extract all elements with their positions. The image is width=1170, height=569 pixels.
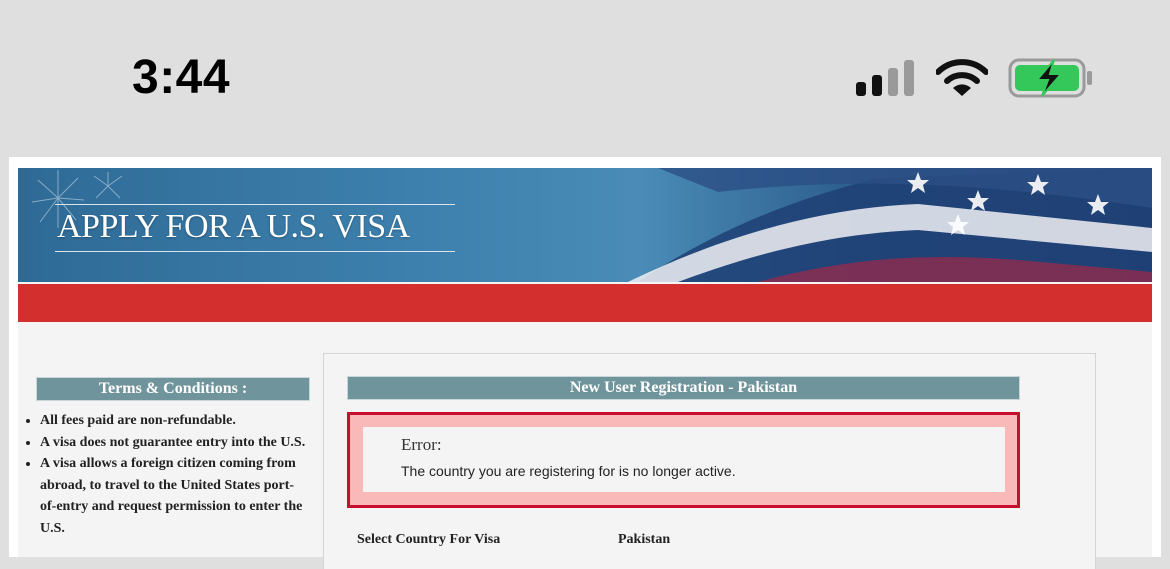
- error-title: Error:: [401, 435, 442, 454]
- error-alert: Error: The country you are registering f…: [347, 412, 1020, 508]
- registration-heading: New User Registration - Pakistan: [347, 376, 1020, 400]
- terms-item: A visa allows a foreign citizen coming f…: [40, 453, 310, 539]
- country-value: Pakistan: [618, 532, 671, 547]
- wifi-icon: [936, 59, 988, 96]
- terms-heading: Terms & Conditions :: [36, 377, 310, 401]
- clock-time: 3:44: [132, 51, 231, 104]
- terms-item: All fees paid are non-refundable.: [40, 410, 310, 432]
- cellular-signal-icon: [856, 60, 914, 96]
- visa-banner: APPLY FOR A U.S. VISA: [18, 168, 1152, 282]
- page-content: APPLY FOR A U.S. VISA Terms & Conditions…: [18, 168, 1152, 569]
- country-label: Select Country For Visa: [357, 532, 501, 547]
- web-page: APPLY FOR A U.S. VISA Terms & Conditions…: [9, 157, 1161, 569]
- error-message: The country you are registering for is n…: [401, 463, 736, 479]
- terms-item: A visa does not guarantee entry into the…: [40, 432, 310, 454]
- battery-charging-icon: [1008, 58, 1092, 98]
- terms-list: All fees paid are non-refundable. A visa…: [22, 410, 310, 539]
- error-message-box: Error: The country you are registering f…: [363, 427, 1005, 492]
- banner-title: APPLY FOR A U.S. VISA: [55, 204, 455, 252]
- red-stripe: [18, 284, 1152, 322]
- status-bar: 3:44: [0, 0, 1170, 157]
